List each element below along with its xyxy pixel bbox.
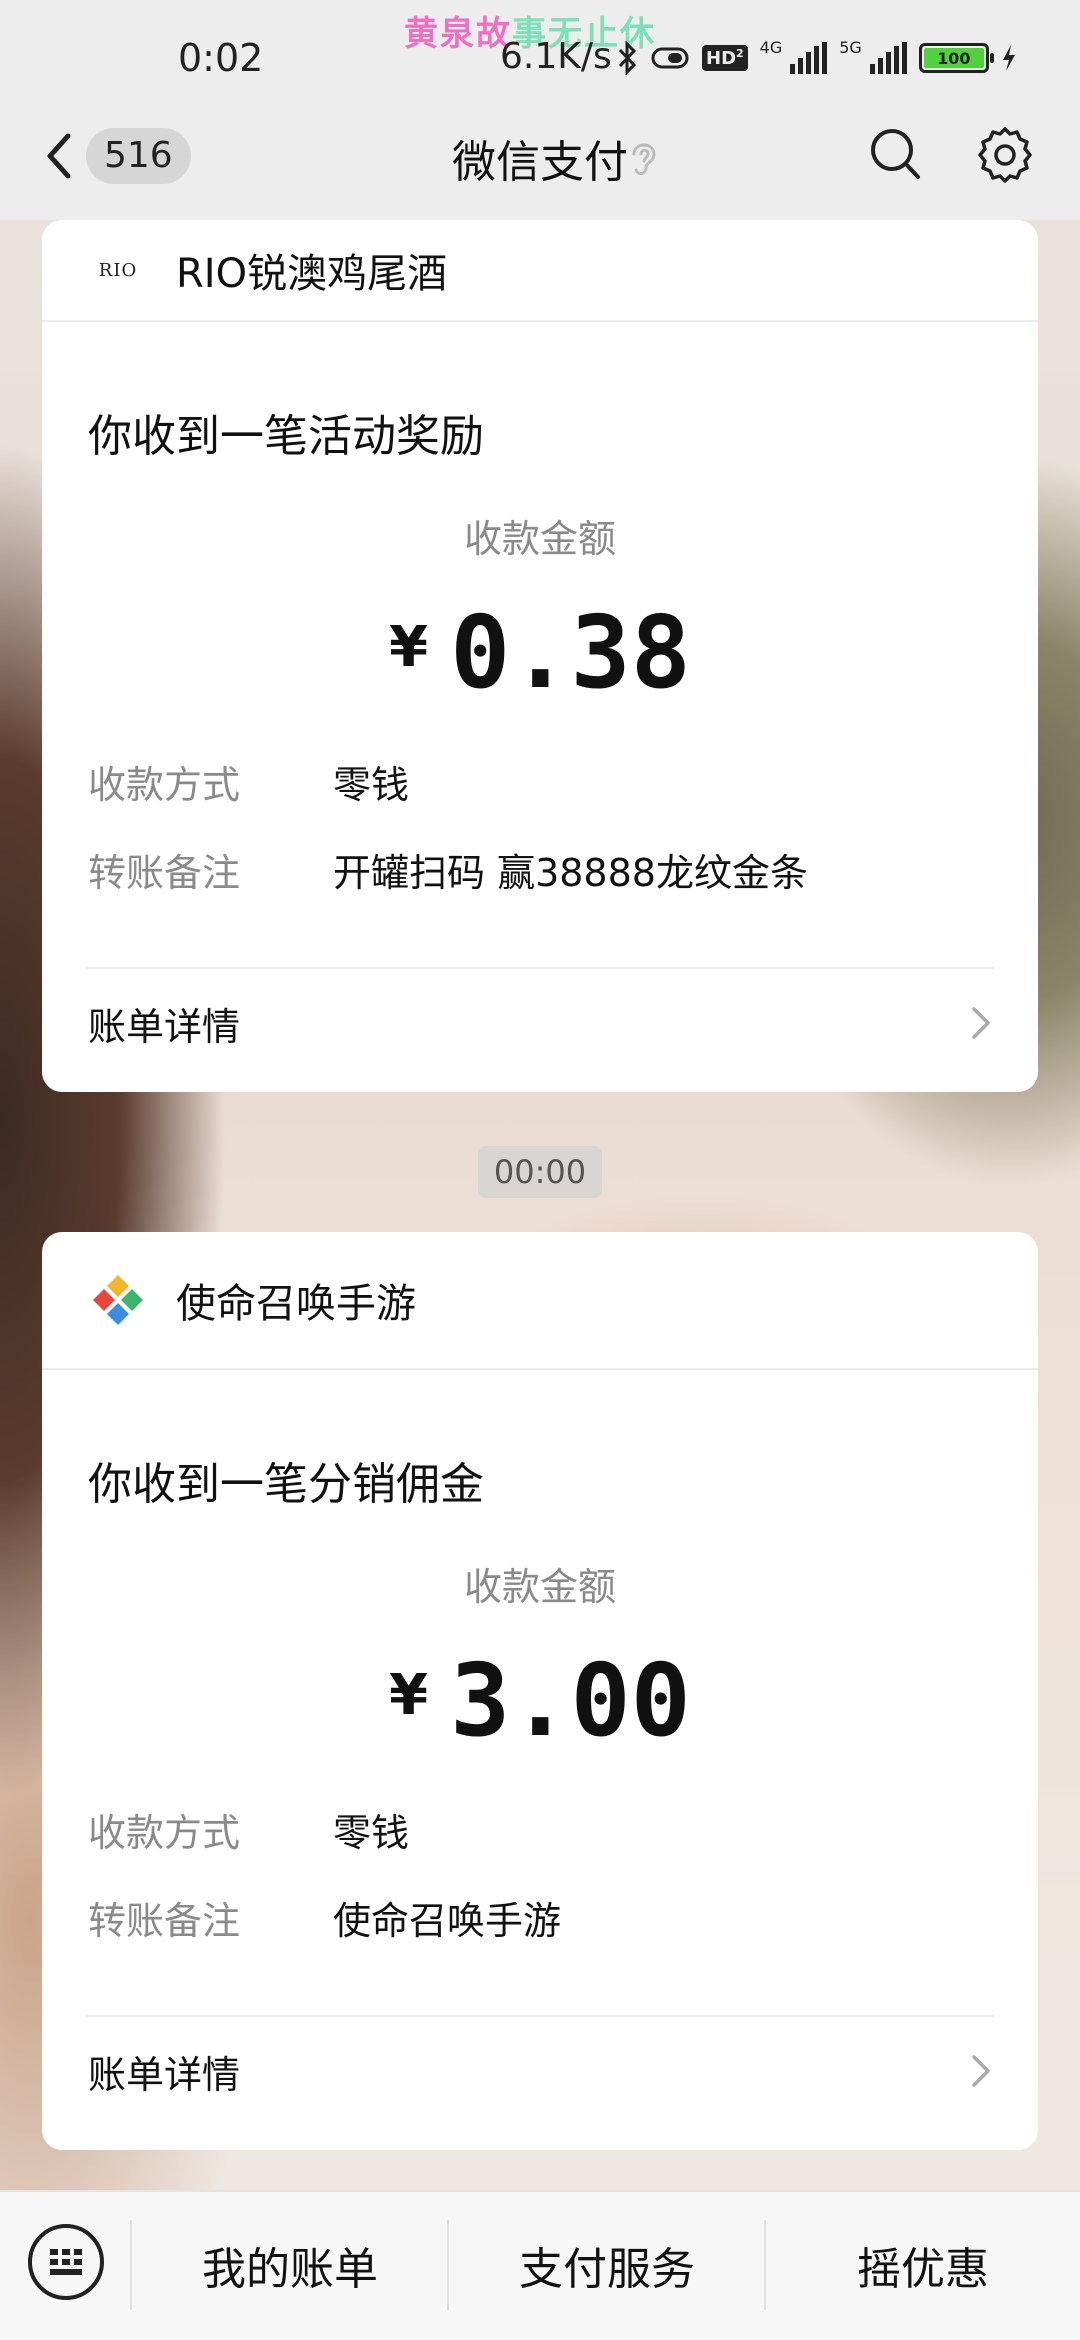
payment-message-card[interactable]: RIO RIO锐澳鸡尾酒 你收到一笔活动奖励 收款金额 ¥ 0.38 收款方式 … <box>42 220 1038 1092</box>
chevron-right-icon <box>972 2055 990 2087</box>
status-icons: HD2 4G 5G 100 <box>616 38 1017 78</box>
currency-symbol: ¥ <box>389 615 429 680</box>
bill-details-label: 账单详情 <box>88 1004 241 1049</box>
transfer-note-value: 使命召唤手游 <box>333 1898 562 1943</box>
search-icon[interactable] <box>868 124 924 184</box>
info-rows: 收款方式 零钱 转账备注 开罐扫码 赢38888龙纹金条 <box>42 737 1038 913</box>
merchant-logo <box>90 1272 146 1328</box>
bill-details-link[interactable]: 账单详情 <box>42 2017 1038 2125</box>
transfer-note-label: 转账备注 <box>88 1898 241 1943</box>
keyboard-keys <box>50 2249 82 2275</box>
status-overlay-pink: 黄泉故 <box>404 14 512 54</box>
payment-method-row: 收款方式 零钱 <box>88 737 1038 825</box>
payment-method-label: 收款方式 <box>88 1810 241 1855</box>
currency-symbol: ¥ <box>389 1663 429 1728</box>
chevron-right-icon <box>972 1007 990 1039</box>
merchant-name: RIO锐澳鸡尾酒 <box>176 251 448 297</box>
payment-message-card[interactable]: 使命召唤手游 你收到一笔分销佣金 收款金额 ¥ 3.00 收款方式 零钱 转账备… <box>42 1232 1038 2150</box>
amount: ¥ 0.38 <box>42 603 1038 703</box>
transfer-note-row: 转账备注 开罐扫码 赢38888龙纹金条 <box>88 825 1038 913</box>
merchant-header[interactable]: RIO RIO锐澳鸡尾酒 <box>42 220 1038 322</box>
bluetooth-icon <box>618 41 637 75</box>
merchant-name: 使命召唤手游 <box>176 1281 416 1327</box>
sim2-network-type: 5G <box>839 38 862 57</box>
network-speed: 6.1K/s <box>500 36 612 77</box>
charging-icon <box>1002 45 1015 71</box>
merchant-header[interactable]: 使命召唤手游 <box>42 1232 1038 1370</box>
keyboard-icon[interactable] <box>28 2224 104 2300</box>
bill-details-link[interactable]: 账单详情 <box>42 969 1038 1077</box>
message-title: 你收到一笔活动奖励 <box>88 411 484 462</box>
amount-value: 3.00 <box>450 1642 691 1759</box>
merchant-logo: RIO <box>90 242 146 298</box>
payment-method-label: 收款方式 <box>88 762 241 807</box>
hd-icon: HD2 <box>702 45 748 71</box>
payment-method-value: 零钱 <box>333 762 410 807</box>
battery-icon: 100 <box>918 43 994 73</box>
payment-method-value: 零钱 <box>333 1810 410 1855</box>
info-rows: 收款方式 零钱 转账备注 使命召唤手游 <box>42 1785 1038 1961</box>
back-arrow-icon[interactable] <box>40 128 80 184</box>
amount-value: 0.38 <box>450 594 691 711</box>
menu-my-bills[interactable]: 我的账单 <box>132 2190 448 2340</box>
ear-mode-icon <box>632 143 656 176</box>
vibrate-icon <box>651 47 689 69</box>
battery-level: 100 <box>923 48 984 68</box>
transfer-note-label: 转账备注 <box>88 850 241 895</box>
gear-icon[interactable] <box>974 124 1036 186</box>
page-title: 微信支付 <box>452 137 628 188</box>
message-title: 你收到一笔分销佣金 <box>88 1459 484 1510</box>
bill-details-label: 账单详情 <box>88 2052 241 2097</box>
cod-mobile-logo-icon <box>93 1275 143 1325</box>
sim2-signal-icon <box>869 42 907 74</box>
message-timestamp: 00:00 <box>478 1146 602 1198</box>
status-bar: 0:02 黄泉故事无止休 6.1K/s HD2 4G 5G 100 <box>0 0 1080 120</box>
menu-payment-services[interactable]: 支付服务 <box>449 2190 765 2340</box>
status-time: 0:02 <box>178 36 264 80</box>
amount-label: 收款金额 <box>463 1565 616 1609</box>
amount: ¥ 3.00 <box>42 1651 1038 1751</box>
unread-count-badge[interactable]: 516 <box>86 128 191 184</box>
transfer-note-row: 转账备注 使命召唤手游 <box>88 1873 1038 1961</box>
amount-label: 收款金额 <box>463 517 616 561</box>
sim1-network-type: 4G <box>759 38 783 57</box>
payment-method-row: 收款方式 零钱 <box>88 1785 1038 1873</box>
rio-logo: RIO <box>98 259 138 281</box>
menu-shake-offers[interactable]: 摇优惠 <box>766 2190 1080 2340</box>
transfer-note-value: 开罐扫码 赢38888龙纹金条 <box>333 850 808 895</box>
sim1-signal-icon <box>790 42 828 74</box>
